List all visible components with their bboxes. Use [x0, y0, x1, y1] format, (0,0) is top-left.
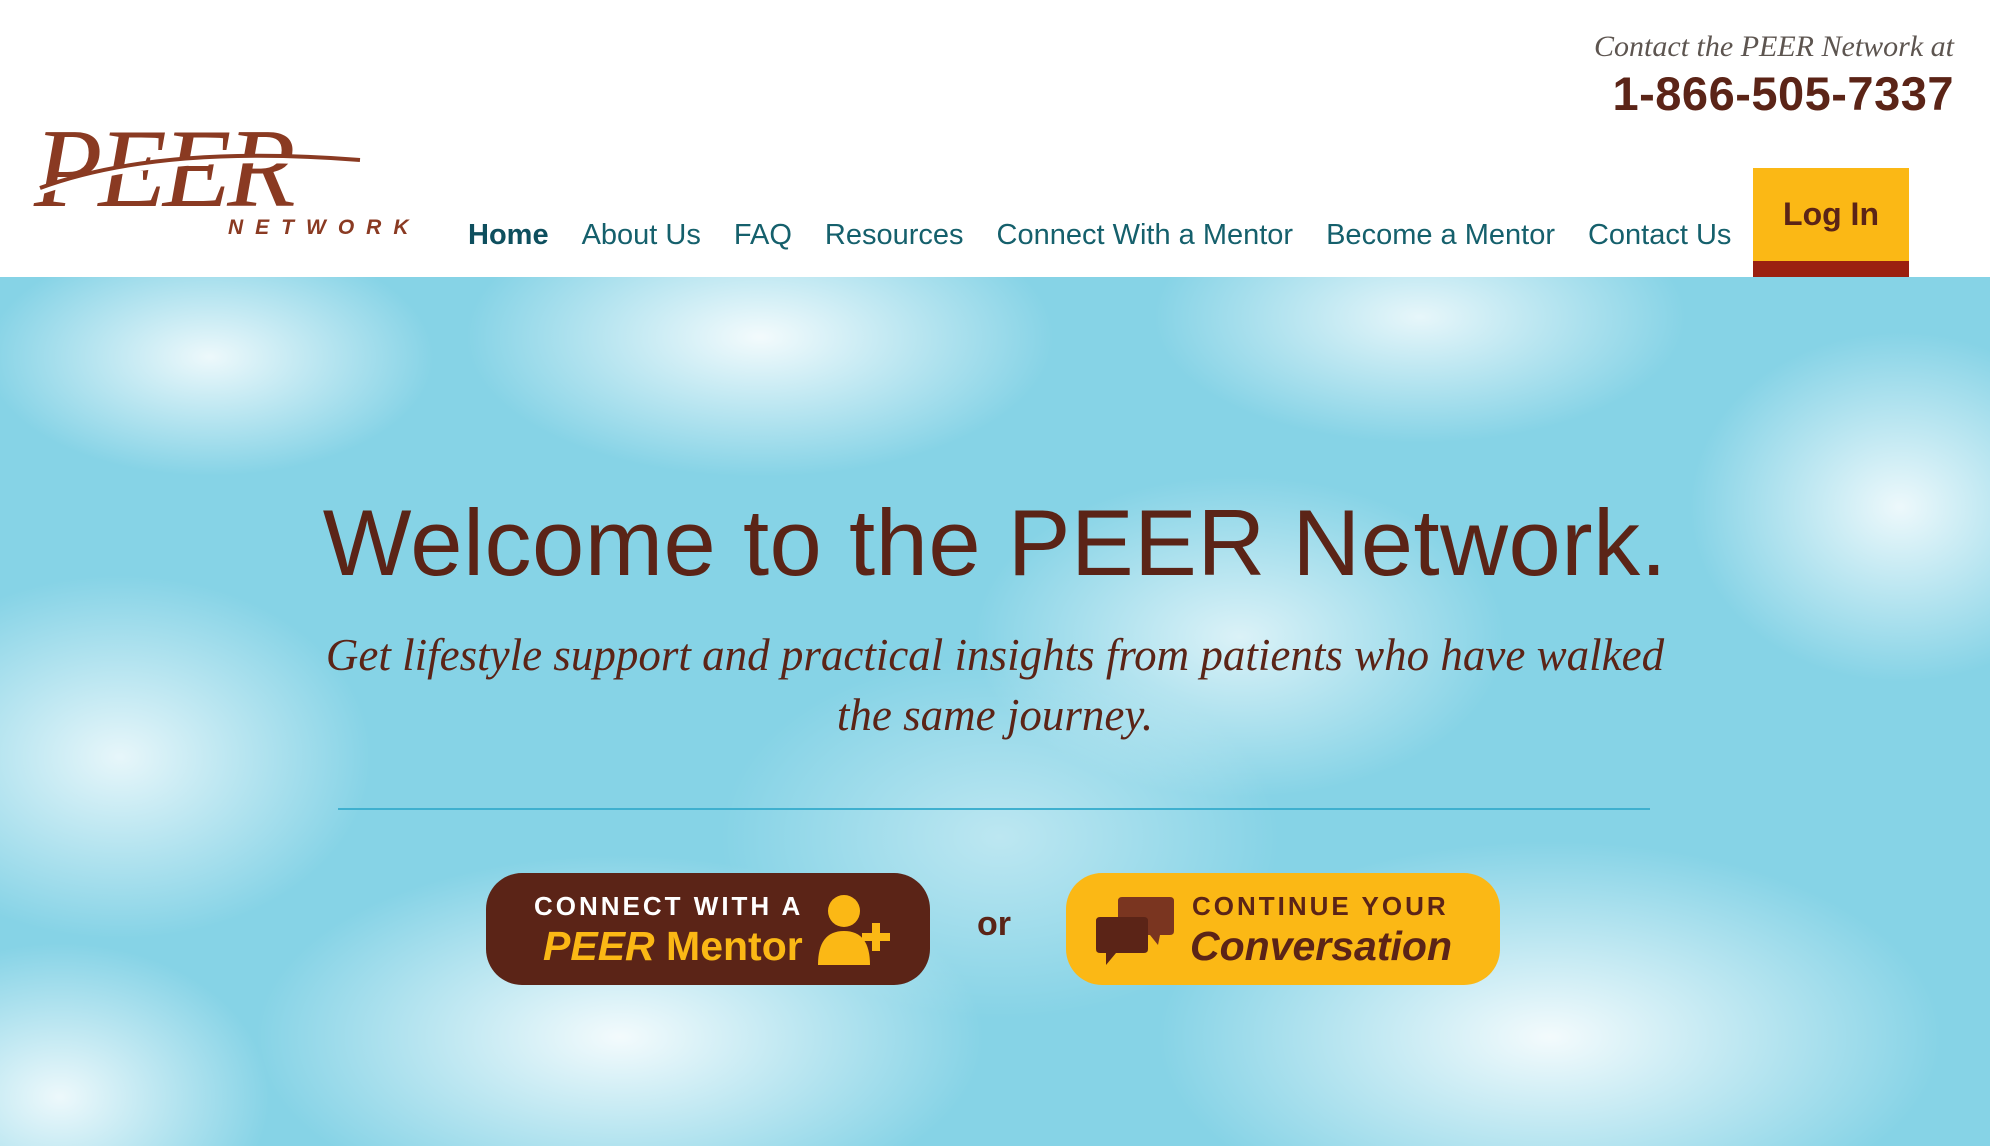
hero-title: Welcome to the PEER Network. [322, 490, 1668, 595]
continue-conversation-button[interactable]: CONTINUE YOUR Conversation [1066, 873, 1500, 985]
logo-graphic: PEER NETWORK [33, 107, 421, 239]
hero-banner: Welcome to the PEER Network. Get lifesty… [0, 277, 1990, 1146]
continue-button-line1: CONTINUE YOUR [1192, 891, 1449, 921]
connect-mentor-button[interactable]: CONNECT WITH A PEER Mentor [486, 873, 930, 985]
login-button[interactable]: Log In [1753, 168, 1909, 277]
nav-contact-us[interactable]: Contact Us [1588, 219, 1731, 252]
nav-resources[interactable]: Resources [825, 219, 964, 252]
hero-divider [338, 808, 1650, 810]
main-nav: Home About Us FAQ Resources Connect With… [468, 212, 1764, 258]
person-add-icon [818, 895, 890, 965]
connect-button-mentor: Mentor [654, 923, 803, 969]
hero-subtitle: Get lifestyle support and practical insi… [325, 630, 1665, 740]
or-separator: or [977, 905, 1011, 943]
connect-button-peer: PEER [543, 923, 655, 969]
connect-button-line1: CONNECT WITH A [534, 891, 804, 921]
nav-home[interactable]: Home [468, 219, 549, 252]
connect-button-line2: PEER Mentor [543, 923, 803, 970]
contact-line: Contact the PEER Network at [1594, 30, 1954, 63]
nav-become-a-mentor[interactable]: Become a Mentor [1326, 219, 1555, 252]
nav-about-us[interactable]: About Us [582, 219, 701, 252]
svg-text:NETWORK: NETWORK [228, 216, 421, 239]
svg-text:PEER: PEER [33, 118, 294, 231]
site-header: PEER NETWORK Contact the PEER Network at… [0, 0, 1990, 277]
chat-bubbles-icon [1096, 897, 1174, 965]
login-label: Log In [1783, 196, 1879, 232]
peer-network-logo[interactable]: PEER NETWORK [30, 107, 440, 243]
nav-connect-with-a-mentor[interactable]: Connect With a Mentor [997, 219, 1294, 252]
nav-faq[interactable]: FAQ [734, 219, 792, 252]
phone-number[interactable]: 1-866-505-7337 [1613, 66, 1955, 121]
continue-button-line2: Conversation [1190, 923, 1452, 969]
